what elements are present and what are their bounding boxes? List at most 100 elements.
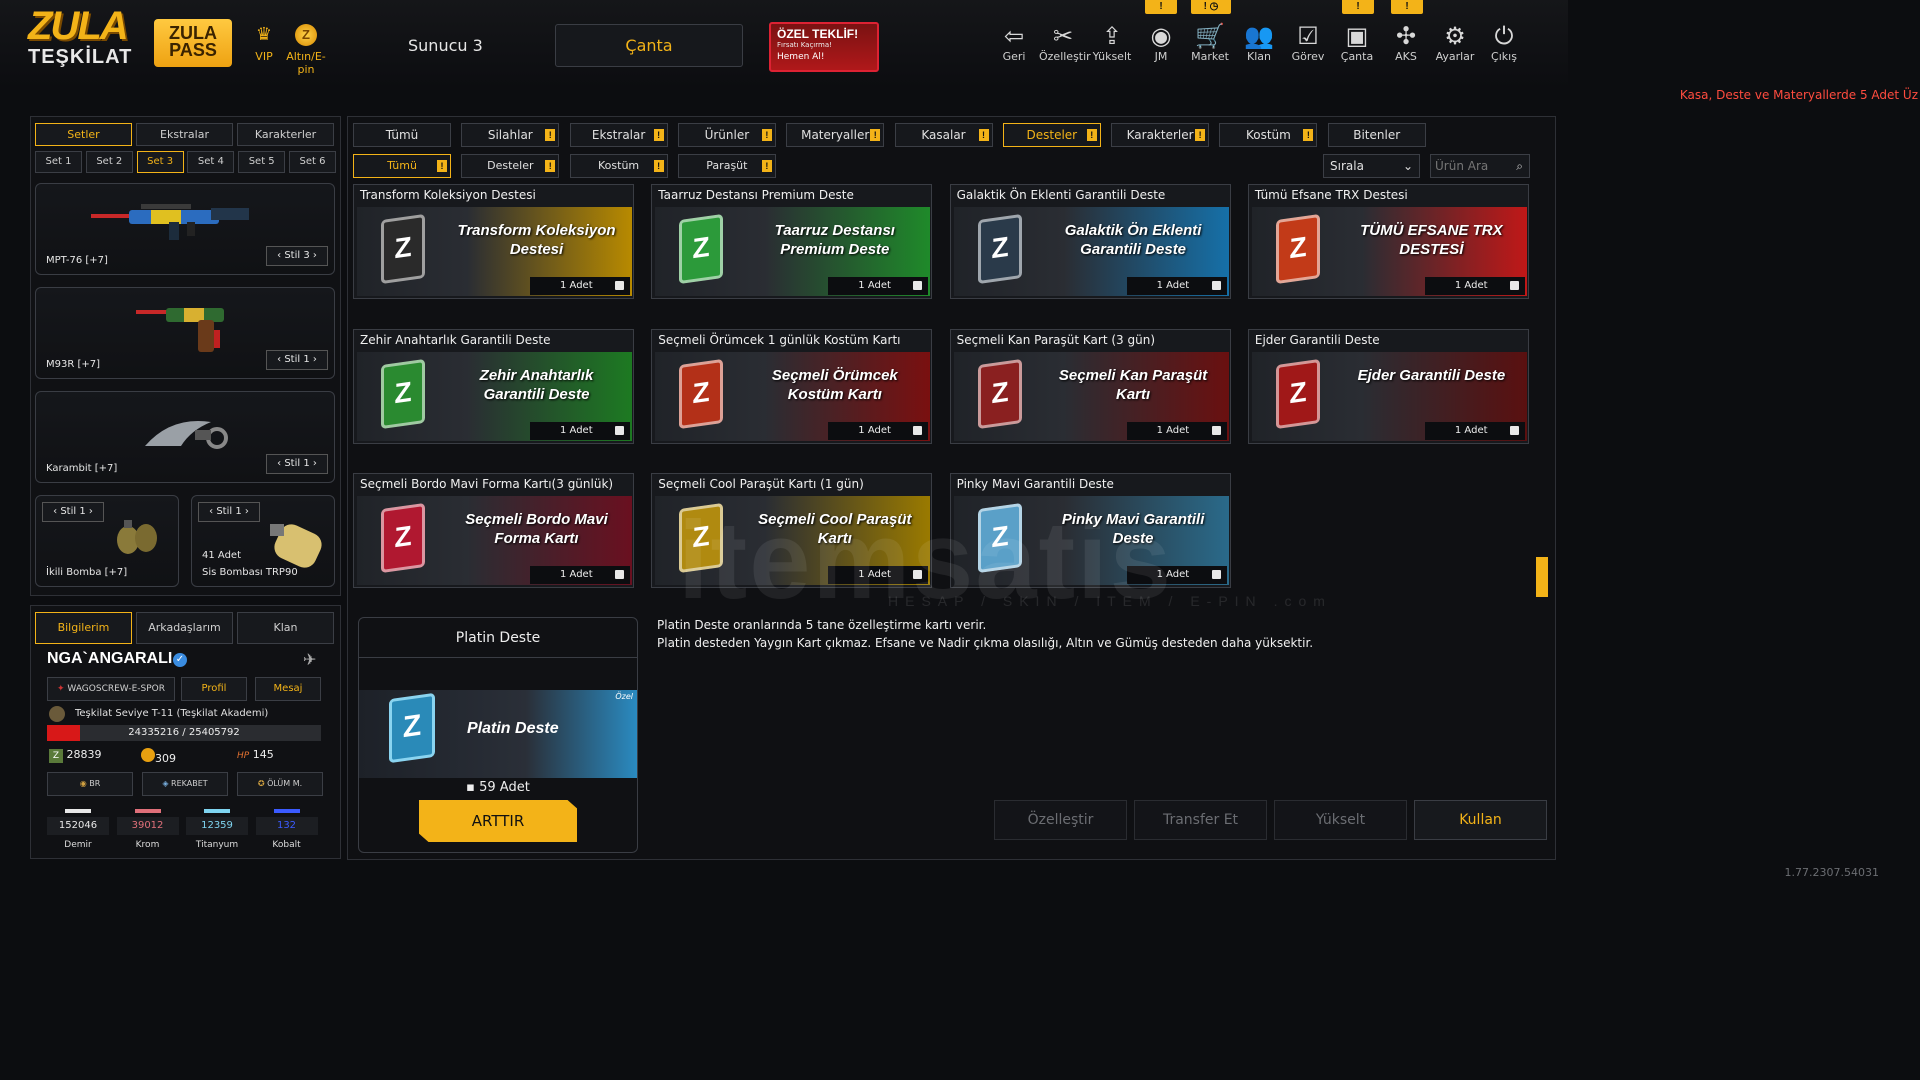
set-tab[interactable]: Set 5 (238, 151, 286, 173)
deck-card[interactable]: Ejder Garantili Deste Z Ejder Garantili De… (1247, 328, 1529, 444)
tab-karakterler[interactable]: Karakterler! (1111, 123, 1210, 147)
tab-silahlar[interactable]: Silahlar! (461, 123, 560, 147)
tab-setler[interactable]: Setler (35, 123, 132, 146)
weapon-slot-primary[interactable]: MPT-76 [+7] ‹ Stil 3 › (35, 183, 335, 275)
subtab-tümü[interactable]: Tümü! (353, 154, 451, 178)
tab-kasalar[interactable]: Kasalar! (894, 123, 993, 147)
rekabet-button[interactable]: ◈ REKABET (142, 772, 228, 796)
tab-karakterler[interactable]: Karakterler (237, 123, 334, 146)
deck-card[interactable]: Tümü Efsane TRX Destesi Z TÜMÜ EFSANE TRX … (1247, 184, 1529, 299)
subtab-desteler[interactable]: Desteler! (461, 154, 560, 178)
deck-count-value: 1 Adet (560, 424, 593, 436)
special-offer-banner[interactable]: ÖZEL TEKLİF! Fırsatı Kaçırma! Hemen Al! (769, 22, 879, 72)
zula-logo[interactable]: ZULA TEŞKİLAT (28, 6, 138, 76)
style-selector[interactable]: ‹ Stil 1 › (198, 502, 260, 522)
deck-count: 1 Adet (1424, 277, 1525, 295)
tab-klan[interactable]: Klan (237, 612, 334, 644)
nav-task[interactable]: ☑ Görev (1284, 22, 1332, 63)
nav-gear[interactable]: ⚙ Ayarlar (1431, 22, 1479, 63)
rifle-icon (91, 204, 249, 240)
message-button[interactable]: Mesaj (255, 677, 321, 701)
upgrade-button[interactable]: Yükselt (1274, 800, 1407, 840)
deck-card[interactable]: Seçmeli Cool Paraşüt Kartı (1 gün) Z Seçme… (651, 473, 933, 588)
profile-button[interactable]: Profil (181, 677, 247, 701)
task-icon: ☑ (1297, 22, 1319, 50)
set-tab[interactable]: Set 3 (136, 151, 184, 173)
verified-icon: ✓ (173, 653, 187, 667)
watermark-domain: .com (1273, 593, 1332, 609)
deck-card[interactable]: Transform Koleksiyon Destesi Z Transform K… (353, 184, 634, 299)
deck-count: 1 Adet (828, 277, 929, 295)
deck-card[interactable]: Seçmeli Örümcek 1 günlük Kostüm Kartı Z Se… (651, 328, 933, 444)
deck-card-icon: Z (1275, 358, 1320, 429)
subtab-kostüm[interactable]: Kostüm! (569, 154, 668, 178)
deck-art-text: Transform Koleksiyon Destesi (457, 222, 616, 258)
material-value: 39012 (116, 817, 179, 835)
br-button[interactable]: ◉ BR (47, 772, 133, 796)
nav-tools[interactable]: ✂ Özelleştir (1039, 22, 1091, 63)
set-tab[interactable]: Set 1 (35, 151, 82, 173)
set-tab[interactable]: Set 2 (85, 151, 133, 173)
tab-desteler[interactable]: Desteler! (1002, 123, 1101, 147)
tab-kostüm[interactable]: Kostüm! (1219, 123, 1318, 147)
transfer-button[interactable]: Transfer Et (1134, 800, 1267, 840)
search-input[interactable] (1435, 157, 1511, 175)
deck-title: Galaktik Ön Eklenti Garantili Deste (956, 188, 1166, 202)
use-button[interactable]: Kullan (1414, 800, 1547, 840)
sort-dropdown[interactable]: Sırala ⌄ (1323, 154, 1420, 178)
tab-bitenler[interactable]: Bitenler (1327, 123, 1426, 147)
nav-coins[interactable]: ◉ JM (1137, 22, 1185, 63)
style-selector[interactable]: ‹ Stil 1 › (266, 350, 328, 370)
tab-arkadaslarim[interactable]: Arkadaşlarım (136, 612, 233, 644)
tab-materyaller[interactable]: Materyaller! (786, 123, 885, 147)
plane-icon[interactable]: ✈ (303, 650, 316, 669)
tab-tümü[interactable]: Tümü (353, 123, 451, 147)
style-label: Stil 1 (284, 458, 310, 469)
tab-ürünler[interactable]: Ürünler! (677, 123, 776, 147)
style-selector[interactable]: ‹ Stil 1 › (42, 502, 104, 522)
gold-epin-button[interactable]: Z Altın/E-pin (278, 24, 334, 76)
tab-label: Kostüm (1245, 128, 1291, 142)
vip-button[interactable]: ♛ VIP (249, 24, 279, 63)
nav-power[interactable]: ⏻ Çıkış (1480, 22, 1528, 63)
special-badge: Özel (615, 692, 633, 701)
style-selector[interactable]: ‹ Stil 3 › (266, 246, 328, 266)
tab-bilgilerim[interactable]: Bilgilerim (35, 612, 132, 644)
smoke-grenade-slot[interactable]: ‹ Stil 1 › 41 Adet Sis Bombası TRP90 (191, 495, 335, 587)
customize-button[interactable]: Özelleştir (994, 800, 1127, 840)
deck-count: 1 Adet (1126, 277, 1227, 295)
deck-card[interactable]: Zehir Anahtarlık Garantili Deste Z Zehir A… (353, 328, 634, 444)
search-icon[interactable]: ⌕ (1516, 155, 1523, 177)
tab-label: Desteler (487, 159, 534, 172)
weapon-slot-secondary[interactable]: M93R [+7] ‹ Stil 1 › (35, 287, 335, 379)
set-tab[interactable]: Set 6 (289, 151, 336, 173)
style-selector[interactable]: ‹ Stil 1 › (266, 454, 328, 474)
clan-tag-button[interactable]: ✦ WAGOSCREW-E-SPOR (47, 677, 175, 701)
deck-card[interactable]: Taarruz Destansı Premium Deste Z Taarruz D… (651, 184, 933, 299)
nav-bag[interactable]: ▣ Çanta (1333, 22, 1381, 63)
deck-card[interactable]: Seçmeli Bordo Mavi Forma Kartı(3 günlük)… (353, 473, 634, 588)
tab-ekstralar[interactable]: Ekstralar (136, 123, 233, 146)
increase-button[interactable]: ARTTIR (419, 800, 577, 842)
grenade-slot[interactable]: ‹ Stil 1 › İkili Bomba [+7] (35, 495, 179, 587)
tab-label: Desteler (1026, 128, 1078, 142)
deck-card[interactable]: Seçmeli Kan Paraşüt Kart (3 gün) Z Seçmeli… (949, 328, 1231, 444)
deck-card[interactable]: Pinky Mavi Garantili Deste Z Pinky Mavi Ga… (949, 473, 1231, 588)
nav-aks[interactable]: ✣ AKS (1382, 22, 1430, 63)
nav-clan[interactable]: 👥 Klan (1235, 22, 1283, 63)
deck-card[interactable]: Galaktik Ön Eklenti Garantili Deste Z Gala… (949, 184, 1231, 299)
subtab-paraşüt[interactable]: Paraşüt! (677, 154, 776, 178)
deck-count: 1 Adet (1424, 421, 1525, 440)
nav-back[interactable]: ⇦ Geri (990, 22, 1038, 63)
nav-cart[interactable]: 🛒 Market (1186, 22, 1234, 63)
tab-ekstralar[interactable]: Ekstralar! (569, 123, 668, 147)
canta-button[interactable]: Çanta (555, 24, 743, 67)
set-tab[interactable]: Set 4 (187, 151, 235, 173)
scrollbar-thumb[interactable] (1536, 557, 1548, 597)
weapon-slot-melee[interactable]: Karambit [+7] ‹ Stil 1 › (35, 391, 335, 483)
olum-button[interactable]: ✪ ÖLÜM M. (237, 772, 323, 796)
aks-icon: ✣ (1395, 22, 1417, 50)
deck-count-value: 1 Adet (560, 280, 593, 291)
zula-pass-button[interactable]: ZULA PASS (154, 19, 232, 67)
nav-upgrade[interactable]: ⇪ Yükselt (1088, 22, 1136, 63)
